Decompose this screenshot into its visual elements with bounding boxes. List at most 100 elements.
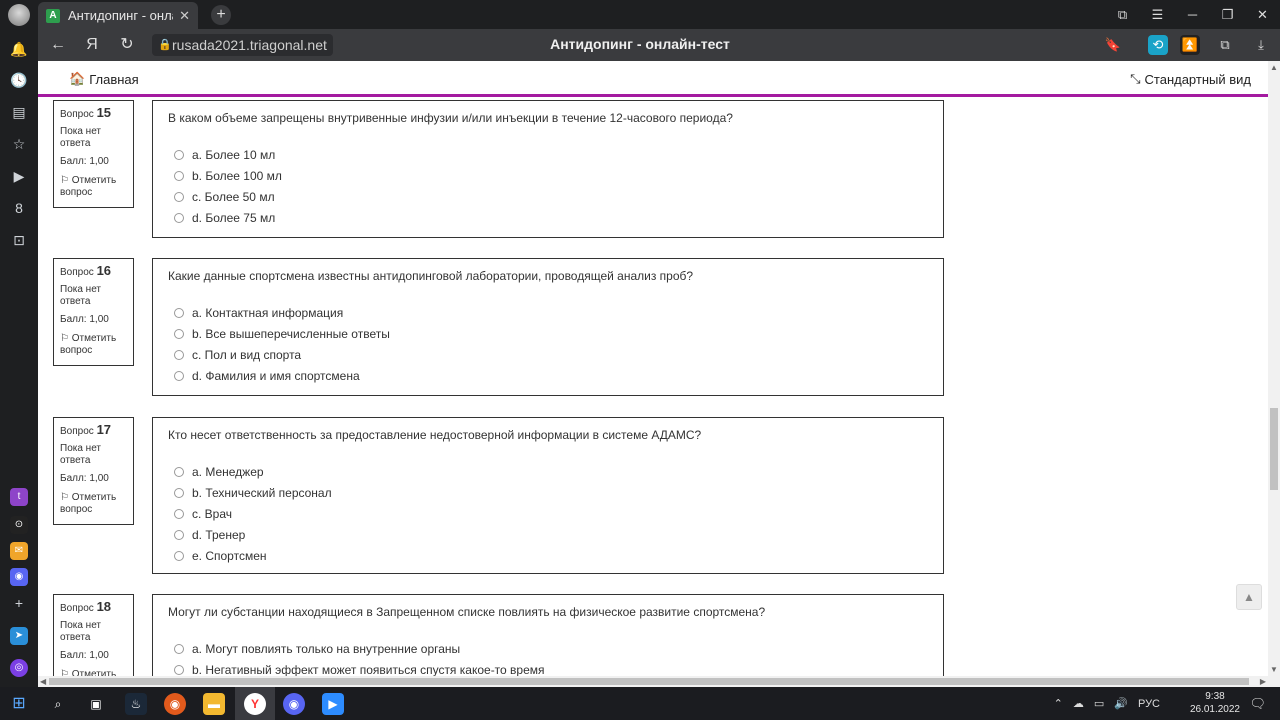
discord-icon[interactable]: ◉ xyxy=(10,568,28,586)
standard-view-link[interactable]: ⤡ Стандартный вид xyxy=(1130,71,1251,87)
app-clock-icon[interactable]: ⊙ xyxy=(10,516,28,534)
clock[interactable]: 9:38 26.01.2022 xyxy=(1190,690,1240,716)
tabs-icon[interactable]: ▤ xyxy=(9,102,29,122)
badge-8-icon[interactable]: 8 xyxy=(9,198,29,218)
add-panel-icon[interactable]: + xyxy=(9,593,29,613)
task-view-icon[interactable]: ▣ xyxy=(85,693,107,715)
flag-question-button[interactable]: ⚐ Отметить вопрос xyxy=(60,333,127,357)
radio-button[interactable] xyxy=(174,529,184,540)
answer-option[interactable]: b. Негативный эффект может появиться спу… xyxy=(168,659,928,676)
url-field[interactable]: 🔒 rusada2021.triagonal.net xyxy=(152,34,333,56)
compress-icon: ⤡ xyxy=(1130,71,1141,86)
notification-icon[interactable]: 🗨 xyxy=(1249,696,1266,712)
answer-option[interactable]: c. Пол и вид спорта xyxy=(168,344,928,365)
radio-button[interactable] xyxy=(174,550,184,561)
radio-button[interactable] xyxy=(174,487,184,498)
video-icon[interactable]: ▶ xyxy=(9,166,29,186)
back-to-top-button[interactable]: ▲ xyxy=(1236,584,1262,610)
radio-button[interactable] xyxy=(174,212,184,223)
network-icon[interactable]: ▭ xyxy=(1094,697,1104,710)
language-indicator[interactable]: РУС xyxy=(1138,698,1160,710)
yandex-button[interactable]: Я xyxy=(82,35,102,55)
twitch-icon[interactable]: t xyxy=(10,488,28,506)
scroll-left-icon[interactable]: ◀ xyxy=(40,677,46,686)
answer-option[interactable]: c. Более 50 мл xyxy=(168,186,928,207)
messenger-icon[interactable]: ➤ xyxy=(10,627,28,645)
yandex-browser-icon[interactable]: Y xyxy=(244,693,266,715)
answer-status: Пока нет ответа xyxy=(60,126,102,149)
radio-button[interactable] xyxy=(174,643,184,654)
tab-close-icon[interactable]: ✕ xyxy=(179,8,190,24)
radio-button[interactable] xyxy=(174,370,184,381)
question-label: Вопрос xyxy=(60,426,94,437)
vertical-scroll-thumb[interactable] xyxy=(1270,408,1278,490)
answer-option[interactable]: d. Тренер xyxy=(168,524,928,545)
explorer-icon[interactable]: ▬ xyxy=(203,693,225,715)
answer-option[interactable]: b. Все вышеперечисленные ответы xyxy=(168,323,928,344)
profile-avatar[interactable] xyxy=(8,4,30,26)
answer-option[interactable]: e. Спортсмен xyxy=(168,545,928,566)
radio-button[interactable] xyxy=(174,664,184,675)
radio-button[interactable] xyxy=(174,191,184,202)
bookmark-icon[interactable]: 🔖 xyxy=(1103,35,1123,55)
radio-button[interactable] xyxy=(174,307,184,318)
radio-button[interactable] xyxy=(174,349,184,360)
answer-option[interactable]: d. Фамилия и имя спортсмена xyxy=(168,365,928,386)
answer-status: Пока нет ответа xyxy=(60,443,102,466)
close-window-button[interactable]: ✕ xyxy=(1245,7,1280,23)
discord-taskbar-icon[interactable]: ◉ xyxy=(283,693,305,715)
search-icon[interactable]: ⌕ xyxy=(47,693,69,715)
radio-button[interactable] xyxy=(174,149,184,160)
windows-start-icon[interactable]: ⊞ xyxy=(8,693,30,715)
back-button[interactable]: ← xyxy=(48,35,68,55)
screenshot-icon[interactable]: ⊡ xyxy=(9,230,29,250)
answer-option[interactable]: a. Более 10 мл xyxy=(168,144,928,165)
answer-option[interactable]: b. Более 100 мл xyxy=(168,165,928,186)
flag-question-button[interactable]: ⚐ Отметить вопрос xyxy=(60,669,127,676)
mail-icon[interactable]: ✉ xyxy=(10,542,28,560)
extension-1-icon[interactable]: ⟲ xyxy=(1148,35,1168,55)
menu-icon[interactable]: ☰ xyxy=(1140,7,1175,23)
answer-option[interactable]: b. Технический персонал xyxy=(168,482,928,503)
radio-button[interactable] xyxy=(174,328,184,339)
scroll-up-icon[interactable]: ▲ xyxy=(1270,63,1278,72)
tab-favicon-icon: A xyxy=(46,8,60,23)
restore-button[interactable]: ❐ xyxy=(1210,7,1245,23)
sound-icon[interactable]: 🔊 xyxy=(1114,697,1128,710)
url-text: rusada2021.triagonal.net xyxy=(172,37,327,53)
new-tab-button[interactable]: + xyxy=(211,5,231,25)
flag-question-button[interactable]: ⚐ Отметить вопрос xyxy=(60,492,127,516)
zoom-icon[interactable]: ▶ xyxy=(322,693,344,715)
tray-chevron-icon[interactable]: ⌃ xyxy=(1054,697,1063,710)
cloud-icon[interactable]: ☁ xyxy=(1073,697,1084,710)
share-icon[interactable]: ⧉ xyxy=(1215,35,1235,55)
alice-icon[interactable]: ◎ xyxy=(10,659,28,677)
origin-icon[interactable]: ◉ xyxy=(164,693,186,715)
answer-option[interactable]: a. Контактная информация xyxy=(168,302,928,323)
home-link[interactable]: 🏠 Главная xyxy=(69,71,139,87)
collections-icon[interactable]: ⧉ xyxy=(1105,7,1140,23)
browser-tab[interactable]: A Антидопинг - онлайн-т ✕ xyxy=(38,2,198,29)
radio-button[interactable] xyxy=(174,466,184,477)
reload-button[interactable]: ↻ xyxy=(117,35,137,55)
minimize-button[interactable]: ─ xyxy=(1175,7,1210,22)
horizontal-scrollbar[interactable]: ◀ ▶ xyxy=(38,676,1280,687)
scroll-down-icon[interactable]: ▼ xyxy=(1270,665,1278,674)
bell-icon[interactable]: 🔔 xyxy=(9,39,29,59)
horizontal-scroll-thumb[interactable] xyxy=(49,678,1249,685)
question-info: Вопрос 17 Пока нет ответа Балл: 1,00 ⚐ Отме… xyxy=(53,417,134,525)
radio-button[interactable] xyxy=(174,170,184,181)
flag-question-button[interactable]: ⚐ Отметить вопрос xyxy=(60,175,127,199)
answer-option[interactable]: a. Могут повлиять только на внутренние о… xyxy=(168,638,928,659)
answer-option[interactable]: d. Более 75 мл xyxy=(168,207,928,228)
star-icon[interactable]: ☆ xyxy=(9,134,29,154)
vertical-scrollbar[interactable]: ▲ ▼ xyxy=(1268,61,1280,676)
answer-option[interactable]: c. Врач xyxy=(168,503,928,524)
extension-2-icon[interactable]: ⏫ xyxy=(1180,35,1200,55)
steam-icon[interactable]: ♨ xyxy=(125,693,147,715)
radio-button[interactable] xyxy=(174,508,184,519)
history-icon[interactable]: 🕓 xyxy=(9,70,29,90)
download-icon[interactable]: ⤓ xyxy=(1251,35,1271,55)
answer-option[interactable]: a. Менеджер xyxy=(168,461,928,482)
scroll-right-icon[interactable]: ▶ xyxy=(1260,677,1266,686)
